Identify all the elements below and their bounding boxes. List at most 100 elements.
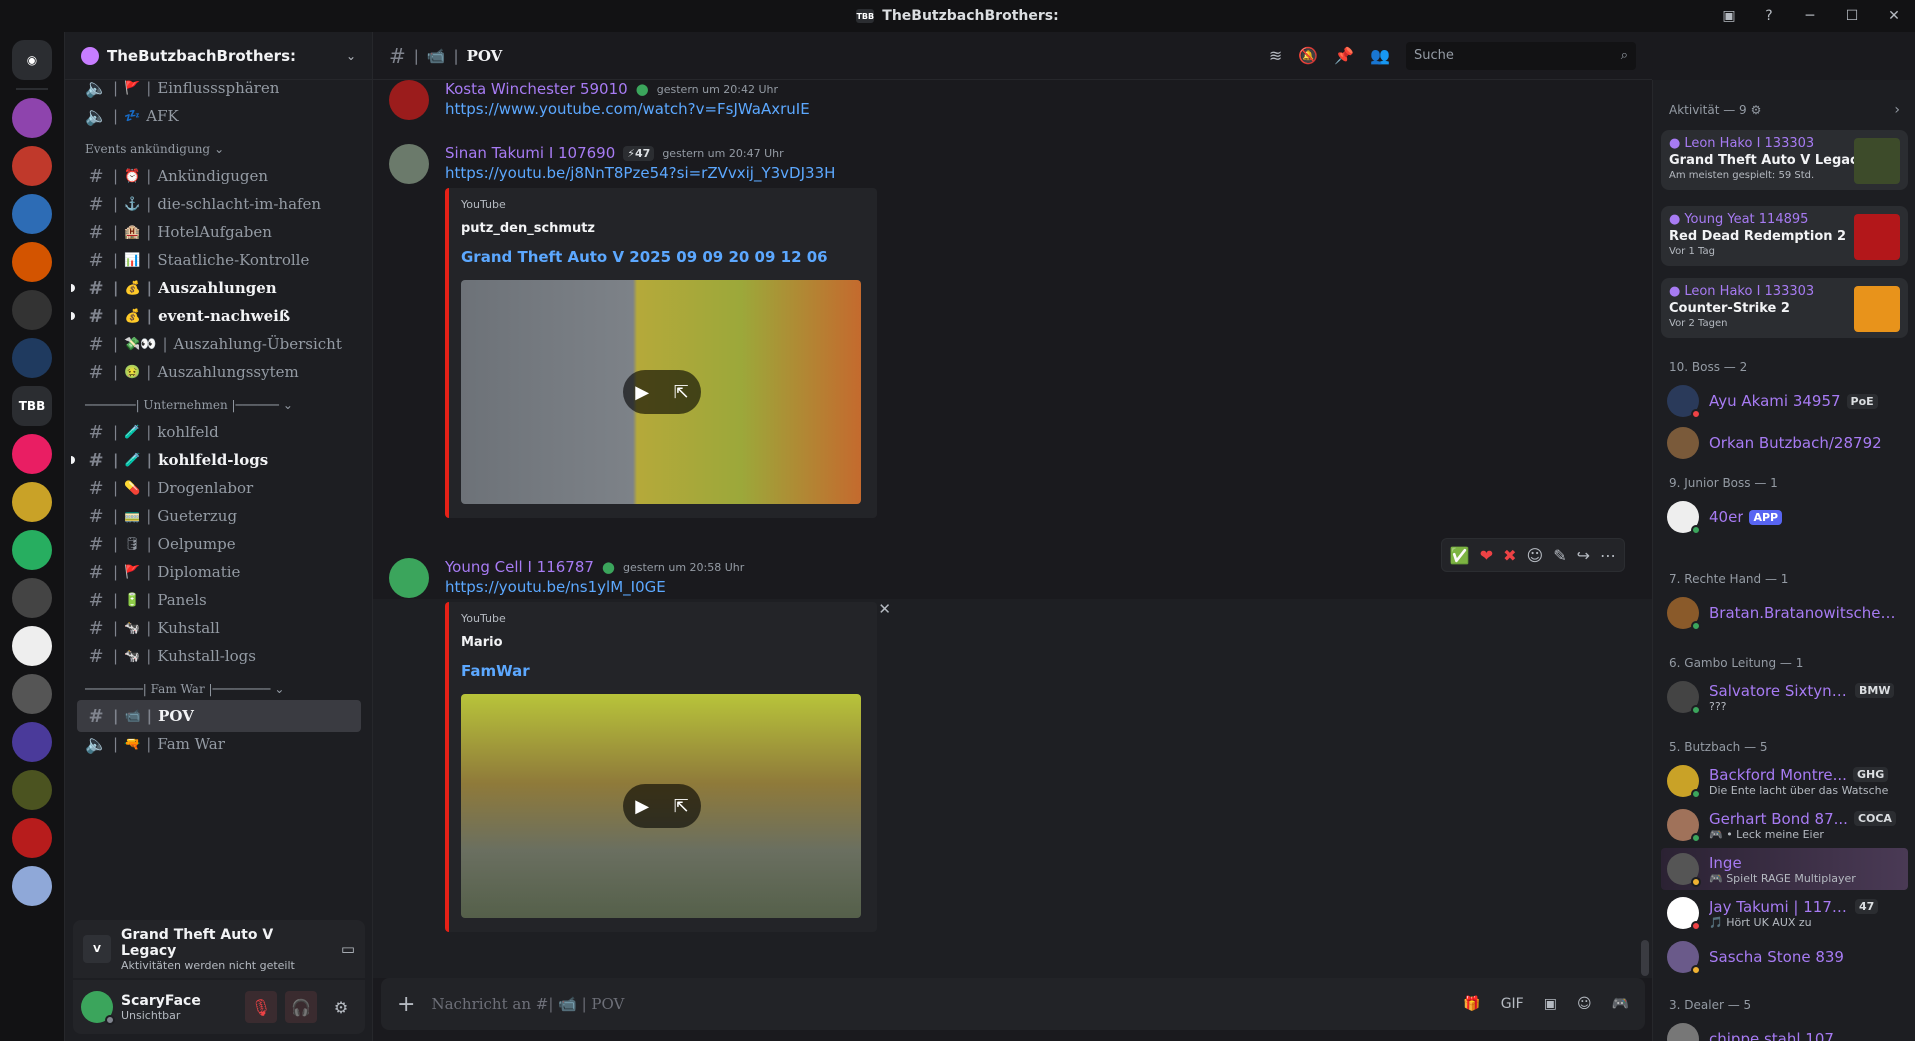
embed-title[interactable]: Grand Theft Auto V 2025 09 09 20 09 12 0… xyxy=(461,248,863,266)
server-icon[interactable] xyxy=(12,818,52,858)
forward-icon[interactable]: ↪ xyxy=(1577,546,1590,565)
share-activity-icon[interactable]: ▭ xyxy=(341,940,355,958)
video-thumbnail[interactable]: ▶ ⇱ xyxy=(461,280,861,504)
close-icon[interactable]: ✕ xyxy=(878,600,891,618)
server-icon[interactable] xyxy=(12,866,52,906)
guild-header[interactable]: TheButzbachBrothers: ⌄ xyxy=(65,32,372,80)
activity-card[interactable]: ● Young Yeat 114895 Red Dead Redemption 2… xyxy=(1661,206,1908,266)
activity-card[interactable]: ● Leon Hako I 133303 Grand Theft Auto V L… xyxy=(1661,130,1908,190)
mic-muted-icon[interactable]: 🎙 xyxy=(245,991,277,1023)
voice-channel[interactable]: 🔈 | 🔫 | Fam War xyxy=(77,728,361,760)
more-icon[interactable]: ⋯ xyxy=(1600,546,1616,565)
text-channel[interactable]: # | 🐄 | Kuhstall-logs xyxy=(77,640,361,672)
server-icon[interactable] xyxy=(12,530,52,570)
message-link[interactable]: https://youtu.be/j8NnT8Pze54?si=rZVvxij_… xyxy=(445,164,1639,182)
member-item[interactable]: Orkan Butzbach/28792 xyxy=(1661,422,1908,464)
play-icon[interactable]: ▶ xyxy=(635,382,649,403)
gear-icon[interactable]: ⚙ xyxy=(1751,103,1762,117)
server-icon[interactable] xyxy=(12,194,52,234)
member-item[interactable]: Bratan.Bratanowitsche I1... xyxy=(1661,592,1908,634)
minimize-button[interactable]: ─ xyxy=(1789,8,1831,24)
notifications-muted-icon[interactable]: 🔕 xyxy=(1298,46,1318,65)
activities-icon[interactable]: 🎮 xyxy=(1612,996,1629,1012)
server-icon[interactable] xyxy=(12,242,52,282)
embed-author[interactable]: putz_den_schmutz xyxy=(461,221,863,236)
help-icon[interactable]: ? xyxy=(1749,8,1789,24)
message-author[interactable]: Sinan Takumi I 107690 xyxy=(445,144,615,162)
inbox-icon[interactable]: ▣ xyxy=(1709,8,1749,24)
chevron-down-icon[interactable]: ⌄ xyxy=(346,49,356,63)
member-item[interactable]: 40er APP xyxy=(1661,496,1908,538)
activity-card[interactable]: ● Leon Hako I 133303 Counter-Strike 2 Vor… xyxy=(1661,278,1908,338)
message-input[interactable]: Nachricht an #| 📹 | POV xyxy=(431,995,1447,1013)
heart-reaction-icon[interactable]: ❤ xyxy=(1480,546,1493,565)
avatar[interactable] xyxy=(81,991,115,1025)
embed-title[interactable]: FamWar xyxy=(461,662,863,680)
embed-author[interactable]: Mario xyxy=(461,635,863,650)
member-list-icon[interactable]: 👥 xyxy=(1370,46,1390,65)
member-item[interactable]: Jay Takumi | 117919 47 🎵 Hört UK AUX zu xyxy=(1661,892,1908,934)
threads-icon[interactable]: ≋ xyxy=(1269,46,1282,65)
gif-icon[interactable]: GIF xyxy=(1501,996,1524,1012)
server-icon[interactable] xyxy=(12,98,52,138)
play-icon[interactable]: ▶ xyxy=(635,796,649,817)
member-item[interactable]: Salvatore Sixtyni... BMW??? xyxy=(1661,676,1908,718)
pin-icon[interactable]: 📌 xyxy=(1334,46,1354,65)
server-icon-tbb[interactable]: TBB xyxy=(12,386,52,426)
embed-provider[interactable]: YouTube xyxy=(461,198,863,211)
discord-home-icon[interactable]: ◉ xyxy=(12,40,52,80)
gift-icon[interactable]: 🎁 xyxy=(1463,996,1480,1012)
avatar[interactable] xyxy=(389,558,429,598)
chevron-right-icon[interactable]: › xyxy=(1894,102,1900,118)
avatar[interactable] xyxy=(389,144,429,184)
server-icon[interactable] xyxy=(12,770,52,810)
video-thumbnail[interactable]: ▶ ⇱ xyxy=(461,694,861,918)
server-icon[interactable] xyxy=(12,290,52,330)
edit-icon[interactable]: ✎ xyxy=(1553,546,1566,565)
message-link[interactable]: https://www.youtube.com/watch?v=FsJWaAxr… xyxy=(445,100,1639,118)
server-icon[interactable] xyxy=(12,578,52,618)
message-link[interactable]: https://youtu.be/ns1ylM_I0GE xyxy=(445,578,1639,596)
server-icon[interactable] xyxy=(12,146,52,186)
x-reaction-icon[interactable]: ✖ xyxy=(1503,546,1516,565)
member-item[interactable]: Inge 🎮 Spielt RAGE Multiplayer xyxy=(1661,848,1908,890)
hash-icon: # xyxy=(88,421,104,443)
member-item[interactable]: Gerhart Bond 87... COCA 🎮 • Leck meine Eie… xyxy=(1661,804,1908,846)
add-reaction-icon[interactable]: ☺ xyxy=(1527,546,1544,565)
video-play-controls[interactable]: ▶ ⇱ xyxy=(623,784,701,828)
server-icon[interactable] xyxy=(12,674,52,714)
text-channel[interactable]: # | 🤢 | Auszahlungssytem xyxy=(77,356,361,388)
message-author[interactable]: Young Cell I 116787 xyxy=(445,558,594,576)
server-icon[interactable] xyxy=(12,434,52,474)
close-window-button[interactable]: ✕ xyxy=(1873,8,1915,24)
category-famwar[interactable]: ────────| Fam War |──────── ⌄ xyxy=(85,682,284,696)
member-item[interactable]: Ayu Akami 34957 PoE xyxy=(1661,380,1908,422)
server-icon[interactable] xyxy=(12,626,52,666)
voice-channel[interactable]: 🔈 | 💤 AFK xyxy=(77,100,361,132)
member-item[interactable]: Sascha Stone 839 xyxy=(1661,936,1908,978)
message-composer[interactable]: + Nachricht an #| 📹 | POV 🎁 GIF ▣ ☺ 🎮 xyxy=(381,978,1645,1030)
server-icon[interactable] xyxy=(12,722,52,762)
maximize-button[interactable]: ☐ xyxy=(1831,8,1873,24)
open-external-icon[interactable]: ⇱ xyxy=(674,796,689,817)
search-input[interactable]: Suche ⌕ xyxy=(1406,41,1636,70)
category-events[interactable]: Events ankündigung ⌄ xyxy=(85,142,224,156)
server-icon[interactable] xyxy=(12,338,52,378)
category-company[interactable]: ───────| Unternehmen |────── ⌄ xyxy=(85,398,293,412)
plus-icon[interactable]: + xyxy=(397,992,415,1017)
embed-provider[interactable]: YouTube xyxy=(461,612,863,625)
member-item[interactable]: Backford Montre... GHG Die Ente lacht über… xyxy=(1661,760,1908,802)
open-external-icon[interactable]: ⇱ xyxy=(674,382,689,403)
message-author[interactable]: Kosta Winchester 59010 xyxy=(445,80,628,98)
sticker-icon[interactable]: ▣ xyxy=(1544,996,1557,1012)
activity-status-bar[interactable]: V Grand Theft Auto V Legacy Aktivitäten … xyxy=(73,920,365,978)
check-reaction-icon[interactable]: ✅ xyxy=(1450,546,1470,565)
server-icon[interactable] xyxy=(12,482,52,522)
member-item[interactable]: chippe stahl 107279 xyxy=(1661,1018,1908,1041)
scrollbar[interactable] xyxy=(1641,940,1649,976)
video-play-controls[interactable]: ▶ ⇱ xyxy=(623,370,701,414)
avatar[interactable] xyxy=(389,80,429,120)
headset-deafened-icon[interactable]: 🎧 xyxy=(285,991,317,1023)
emoji-icon[interactable]: ☺ xyxy=(1577,996,1592,1012)
gear-icon[interactable]: ⚙ xyxy=(325,991,357,1023)
